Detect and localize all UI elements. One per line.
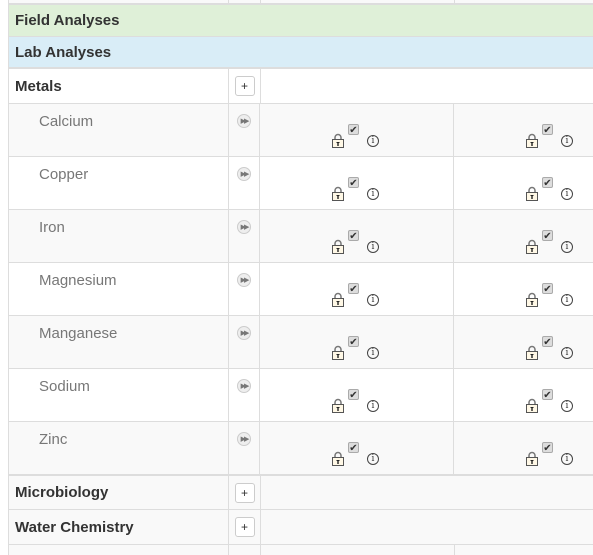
lock-icon[interactable] [332,239,344,254]
analysis-cell: ✔ i [260,157,454,209]
lock-icon[interactable] [332,292,344,307]
analysis-cell: ✔ i [454,263,593,315]
lock-icon[interactable] [332,133,344,148]
fast-forward-icon[interactable]: ▶▶ [237,326,251,340]
checkbox-icon[interactable]: ✔ [542,336,553,348]
category-metals: Metals + [9,69,593,104]
analyte-name: Copper [9,157,229,209]
analyte-name: Iron [9,210,229,262]
analysis-cell: ✔ i [260,104,454,156]
category-label: Metals [9,69,229,103]
fast-forward-icon[interactable]: ▶▶ [237,273,251,287]
lock-icon[interactable] [526,345,538,360]
analysis-cell: ✔ i [260,316,454,368]
analyte-row: Copper ▶▶ ✔ i ✔ i [9,157,593,210]
analyte-row: Magnesium ▶▶ ✔ i ✔ i [9,263,593,316]
expand-microbiology-button[interactable]: + [234,482,255,503]
analyte-row: Sodium ▶▶ ✔ i ✔ i [9,369,593,422]
info-icon[interactable]: i [561,347,573,359]
fast-forward-icon[interactable]: ▶▶ [237,220,251,234]
checkbox-icon[interactable]: ✔ [542,283,553,295]
analyte-row: Zinc ▶▶ ✔ i ✔ i [9,422,593,475]
checkbox-icon[interactable]: ✔ [348,442,359,454]
analyte-name: Manganese [9,316,229,368]
info-icon[interactable]: i [367,453,379,465]
fast-forward-icon[interactable]: ▶▶ [237,432,251,446]
checkbox-icon[interactable]: ✔ [348,336,359,348]
category-water-chemistry: Water Chemistry + [9,510,593,545]
info-icon[interactable]: i [561,241,573,253]
fast-forward-icon[interactable]: ▶▶ [237,114,251,128]
checkbox-icon[interactable]: ✔ [542,389,553,401]
info-icon[interactable]: i [367,294,379,306]
analyte-name: Calcium [9,104,229,156]
analysis-cell: ✔ i [260,422,454,474]
analysis-grid: Field Analyses Lab Analyses Metals + Cal… [8,0,593,555]
analysis-cell: ✔ i [260,369,454,421]
lock-icon[interactable] [526,451,538,466]
expand-water-chemistry-button[interactable]: + [234,517,255,537]
info-icon[interactable]: i [561,188,573,200]
analyte-name: Magnesium [9,263,229,315]
group-lab-analyses[interactable]: Lab Analyses [9,37,593,69]
lock-icon[interactable] [526,186,538,201]
analyte-row: Iron ▶▶ ✔ i ✔ i [9,210,593,263]
lock-icon[interactable] [526,239,538,254]
info-icon[interactable]: i [561,294,573,306]
analysis-cell: ✔ i [454,316,593,368]
info-icon[interactable]: i [367,135,379,147]
analysis-cell: ✔ i [454,422,593,474]
lock-icon[interactable] [332,186,344,201]
lock-icon[interactable] [332,345,344,360]
lock-icon[interactable] [526,133,538,148]
checkbox-icon[interactable]: ✔ [542,230,553,242]
lock-icon[interactable] [526,398,538,413]
info-icon[interactable]: i [367,347,379,359]
info-icon[interactable]: i [561,400,573,412]
category-microbiology: Microbiology + [9,475,593,510]
group-field-analyses[interactable]: Field Analyses [9,5,593,37]
analyte-name: Zinc [9,422,229,474]
checkbox-icon[interactable]: ✔ [542,442,553,454]
analyte-list: Calcium ▶▶ ✔ i ✔ i Copper ▶▶ ✔ i ✔ i Iron ▶▶ ✔ i ✔ i Magne… [9,104,593,475]
info-icon[interactable]: i [367,400,379,412]
analysis-cell: ✔ i [454,104,593,156]
analyte-row: Calcium ▶▶ ✔ i ✔ i [9,104,593,157]
group-label: Field Analyses [15,12,120,29]
checkbox-icon[interactable]: ✔ [348,177,359,189]
analysis-cell: ✔ i [454,210,593,262]
expand-metals-button[interactable]: + [234,76,255,96]
analysis-cell: ✔ i [260,263,454,315]
checkbox-icon[interactable]: ✔ [348,124,359,136]
analyte-row: Manganese ▶▶ ✔ i ✔ i [9,316,593,369]
analysis-cell: ✔ i [454,369,593,421]
analysis-cell: ✔ i [454,157,593,209]
lock-icon[interactable] [526,292,538,307]
checkbox-icon[interactable]: ✔ [542,177,553,189]
checkbox-icon[interactable]: ✔ [348,230,359,242]
analyte-name: Sodium [9,369,229,421]
lock-icon[interactable] [332,451,344,466]
info-icon[interactable]: i [561,453,573,465]
info-icon[interactable]: i [561,135,573,147]
checkbox-icon[interactable]: ✔ [348,389,359,401]
fast-forward-icon[interactable]: ▶▶ [237,167,251,181]
info-icon[interactable]: i [367,188,379,200]
lock-icon[interactable] [332,398,344,413]
checkbox-icon[interactable]: ✔ [348,283,359,295]
analysis-cell: ✔ i [260,210,454,262]
next-row-partial [9,545,593,555]
category-label: Microbiology [9,476,229,509]
info-icon[interactable]: i [367,241,379,253]
group-label: Lab Analyses [15,43,112,61]
category-label: Water Chemistry [9,510,229,544]
checkbox-icon[interactable]: ✔ [542,124,553,136]
fast-forward-icon[interactable]: ▶▶ [237,379,251,393]
